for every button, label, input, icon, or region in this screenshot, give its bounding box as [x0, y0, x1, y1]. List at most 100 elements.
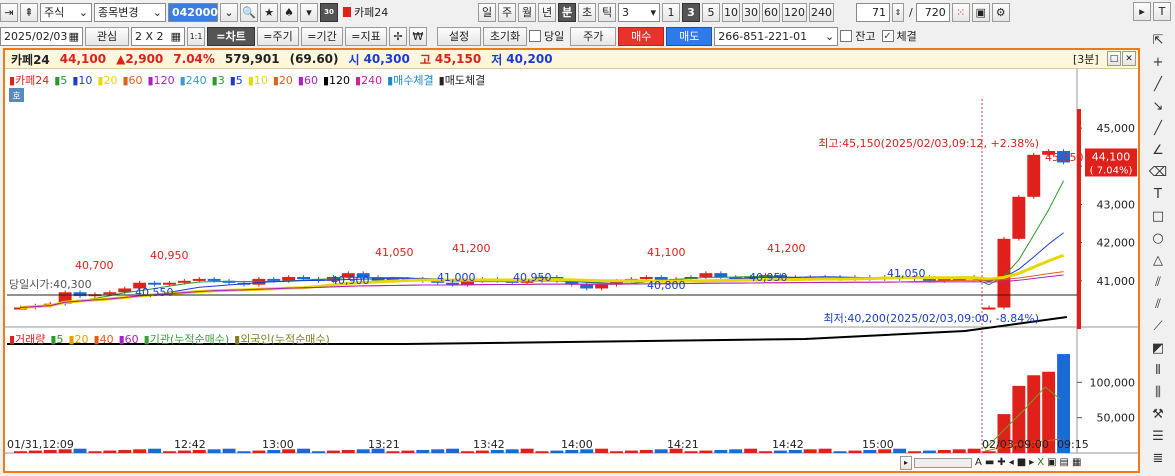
quick-30[interactable]: 30	[742, 2, 760, 22]
quick-60[interactable]: 60	[762, 2, 780, 22]
rectangle-icon[interactable]: □	[1147, 206, 1169, 226]
disk-icon[interactable]: ▣	[1047, 457, 1056, 468]
fan-icon[interactable]: ⟋	[1147, 316, 1169, 336]
mouse-pointer-icon[interactable]: ⇱	[1147, 30, 1169, 50]
market-select[interactable]: 주식 ⌄	[40, 2, 92, 22]
font-a-icon[interactable]: A	[975, 457, 982, 468]
grid-icon[interactable]: ▦	[1072, 457, 1081, 468]
settings-button[interactable]: 설정	[437, 26, 481, 46]
excel-icon[interactable]: X	[1037, 457, 1044, 468]
fibonacci-icon[interactable]: ⫼	[1147, 382, 1169, 402]
stock-code-input[interactable]: 042000	[168, 2, 218, 22]
period-day[interactable]: 일	[478, 2, 496, 22]
thirty-days-icon[interactable]: 30	[320, 2, 338, 22]
change-select[interactable]: 종목변경 ⌄	[94, 2, 166, 22]
channel-icon[interactable]: ⫽	[1147, 294, 1169, 314]
line-tool-icon[interactable]: ╱	[1147, 74, 1169, 94]
count-total: 720	[915, 2, 950, 22]
circle-icon[interactable]: ○	[1147, 228, 1169, 248]
volume-bar	[520, 448, 534, 453]
grid-select[interactable]: 2 X 2 ▦	[131, 26, 185, 46]
settings-lines-icon[interactable]: ≣	[1147, 448, 1169, 468]
gear-icon[interactable]: ⚙	[991, 2, 1010, 22]
spade-icon[interactable]: ♠	[280, 2, 298, 22]
print-icon[interactable]: ▤	[1060, 457, 1069, 468]
spin-icon[interactable]: ⇕	[892, 2, 904, 22]
quick-3[interactable]: 3	[682, 2, 700, 22]
quick-1[interactable]: 1	[662, 2, 680, 22]
angle-icon[interactable]: ∠	[1147, 140, 1169, 160]
candle-body	[997, 238, 1011, 308]
range-button[interactable]: =기간	[301, 26, 343, 46]
period-minute[interactable]: 분	[558, 2, 576, 22]
arrow-down-icon[interactable]: ▾	[300, 2, 318, 22]
crosshair-tool-icon[interactable]: +	[1147, 52, 1169, 72]
period-tick[interactable]: 틱	[598, 2, 616, 22]
balance-checkbox[interactable]: 잔고	[840, 28, 876, 44]
filled-checkbox[interactable]: ✓ 체결	[881, 28, 917, 44]
trendline-icon[interactable]: ╱	[1147, 118, 1169, 138]
one-to-one-icon[interactable]: 1:1	[187, 26, 205, 46]
volume-bar	[163, 451, 176, 453]
quick-120[interactable]: 120	[782, 2, 807, 22]
reset-button[interactable]: 초기화	[483, 26, 527, 46]
play-back-icon[interactable]: ◂	[1009, 457, 1014, 468]
pin-icon[interactable]: ⇥	[0, 2, 18, 22]
play-icon[interactable]: ▸	[1029, 457, 1034, 468]
candle-body	[163, 282, 176, 285]
chart-canvas[interactable]: 45,00044,00043,00042,00041,000최고:45,150(…	[5, 69, 1138, 473]
period-week[interactable]: 주	[498, 2, 516, 22]
watch-button[interactable]: 관심	[85, 26, 129, 46]
parallel-lines-icon[interactable]: ⫽	[1147, 272, 1169, 292]
horizontal-lines-icon[interactable]: ☰	[1147, 426, 1169, 446]
account-select[interactable]: 266-851-221-01 ⌄	[714, 26, 839, 46]
scroll-right-icon[interactable]: ▸	[900, 455, 912, 470]
search-icon[interactable]: 🔍	[240, 2, 258, 22]
hammer-icon[interactable]: ⚒	[1147, 404, 1169, 424]
volume-bar	[88, 451, 102, 453]
today-checkbox[interactable]: 당일	[529, 28, 564, 44]
price-button[interactable]: 주가	[570, 26, 617, 46]
period-button[interactable]: =주기	[257, 26, 299, 46]
arrow-line-icon[interactable]: ↘	[1147, 96, 1169, 116]
crosshair-icon[interactable]: ✢	[389, 26, 407, 46]
period-second[interactable]: 초	[578, 2, 596, 22]
dropdown-icon[interactable]: ⌄	[220, 2, 238, 22]
chart-button[interactable]: =차트	[207, 26, 255, 46]
close-icon[interactable]: ✕	[1122, 51, 1136, 66]
count-input[interactable]: 71	[856, 2, 890, 22]
buy-button[interactable]: 매수	[618, 26, 665, 46]
star-icon[interactable]: ★	[260, 2, 278, 22]
zoom-in-icon[interactable]: ✚	[997, 457, 1005, 468]
zoom-slider[interactable]	[914, 457, 972, 468]
save-icon[interactable]: ▣	[971, 2, 990, 22]
volume-bar	[729, 449, 743, 453]
interval-select[interactable]: 3 ▾	[618, 2, 660, 22]
triangle-icon[interactable]: △	[1147, 250, 1169, 270]
compare-icon[interactable]: ⁙	[951, 2, 970, 22]
quick-240[interactable]: 240	[809, 2, 834, 22]
text-tool-icon[interactable]: T	[1153, 2, 1171, 21]
volume-bar	[922, 450, 936, 453]
top-icon[interactable]: ⇞	[20, 2, 38, 22]
candle-body	[699, 273, 713, 277]
text-add-icon[interactable]: T	[1147, 184, 1169, 204]
eraser-icon[interactable]: ⌫	[1147, 162, 1169, 182]
date-input[interactable]: 2025/02/03 ▦	[0, 26, 83, 46]
x-tick-4: 13:42	[473, 438, 505, 451]
period-month[interactable]: 월	[518, 2, 536, 22]
stop-icon[interactable]: ■	[1017, 457, 1026, 468]
period-year[interactable]: 년	[538, 2, 556, 22]
box-diagonal-icon[interactable]: ◩	[1147, 338, 1169, 358]
quick-10[interactable]: 10	[722, 2, 740, 22]
sell-button[interactable]: 매도	[666, 26, 713, 46]
maximize-icon[interactable]: □	[1107, 51, 1121, 66]
right-panel-toggle-icon[interactable]: ▸	[1133, 2, 1151, 21]
volume-tick-label: 100,000	[1090, 376, 1136, 389]
currency-button[interactable]: ₩	[409, 26, 427, 46]
candle-body	[103, 292, 117, 295]
indicator-button[interactable]: =지표	[345, 26, 387, 46]
vertical-lines-icon[interactable]: ⦀	[1147, 360, 1169, 380]
quick-5[interactable]: 5	[702, 2, 720, 22]
zoom-out-icon[interactable]: ▬	[985, 457, 994, 468]
